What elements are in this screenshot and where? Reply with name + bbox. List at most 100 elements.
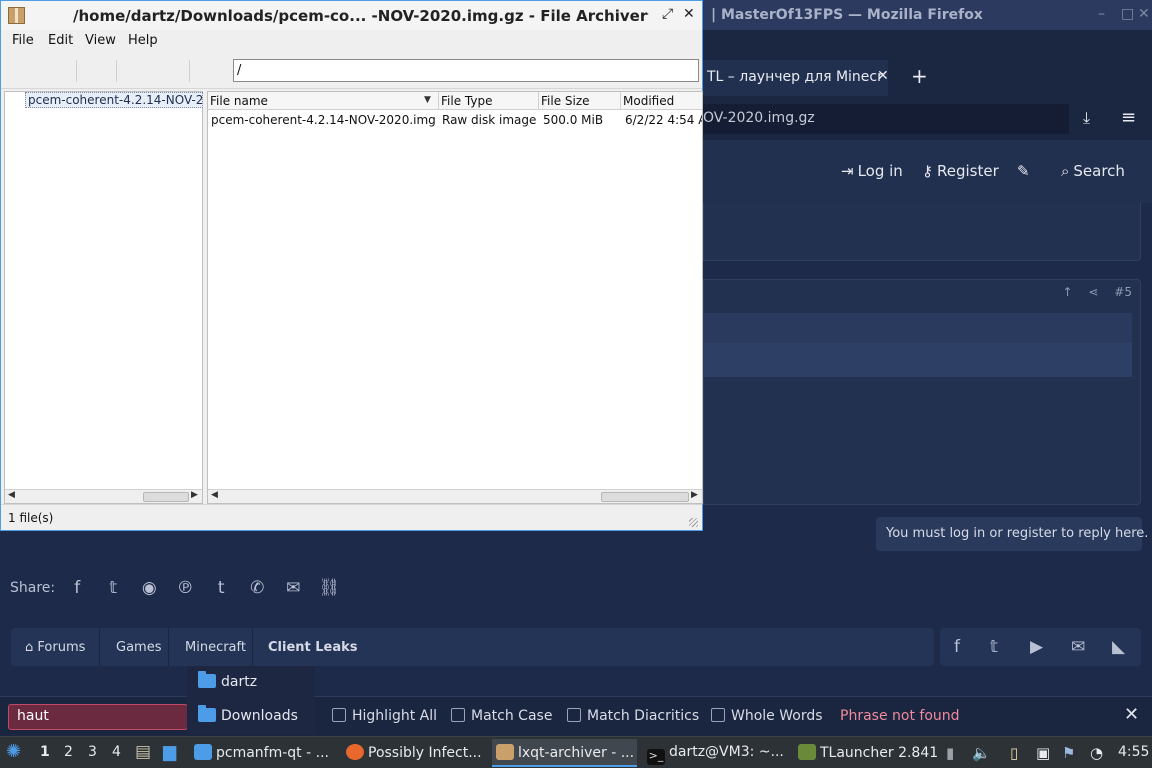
whatsapp-icon[interactable]: ✆ [239, 578, 275, 598]
arrow-up-icon[interactable]: ↑ [1063, 285, 1073, 299]
column-file-name[interactable]: File name [208, 92, 439, 110]
share-label: Share: [10, 580, 56, 596]
facebook-icon[interactable]: f [59, 578, 95, 598]
resize-grip[interactable] [689, 518, 698, 527]
tab-close-icon[interactable]: ✕ [877, 68, 889, 84]
login-icon: ⇥ [841, 162, 854, 180]
archive-icon [496, 744, 514, 760]
desktop-4[interactable]: 4 [112, 744, 121, 760]
menu-edit[interactable]: Edit [48, 33, 73, 48]
desktop-2[interactable]: 2 [64, 744, 73, 760]
share-icon[interactable]: ⋖ [1088, 285, 1098, 299]
breadcrumb-minecraft[interactable]: Minecraft [185, 640, 246, 655]
dropdown-item-dartz[interactable]: dartz [198, 671, 257, 690]
archiver-titlebar[interactable]: /home/dartz/Downloads/pcem-co... -NOV-20… [1, 1, 702, 30]
network-icon[interactable]: ▣ [1036, 744, 1050, 762]
youtube-icon[interactable]: ▶ [1030, 637, 1043, 657]
menu-file[interactable]: File [12, 33, 34, 48]
task-tlauncher[interactable]: TLauncher 2.841 [794, 739, 939, 767]
archive-tree: pcem-coherent-4.2.14-NOV-2020.img ◀ ▶ [4, 91, 203, 504]
desktop-3[interactable]: 3 [88, 744, 97, 760]
url-bar[interactable]: OV-2020.img.gz [703, 104, 1069, 134]
breadcrumb-client-leaks[interactable]: Client Leaks [268, 640, 358, 655]
column-file-size[interactable]: File Size [539, 92, 621, 110]
cell-file-name: pcem-coherent-4.2.14-NOV-2020.img [211, 113, 436, 127]
maximize-icon[interactable]: □ [1121, 6, 1134, 22]
key-icon: ⚷ [922, 162, 933, 180]
breadcrumb-forums[interactable]: ⌂ Forums [25, 640, 85, 655]
volume-icon[interactable]: 🔈 [972, 744, 991, 762]
tree-item[interactable]: pcem-coherent-4.2.14-NOV-2020.img [25, 92, 203, 108]
twitter-icon[interactable]: 𝕥 [990, 637, 998, 657]
firefox-titlebar[interactable]: | MasterOf13FPS — Mozilla Firefox – □ ✕ [703, 0, 1152, 30]
close-icon[interactable]: ✕ [1138, 6, 1150, 22]
location-input[interactable]: / [233, 59, 699, 82]
close-icon[interactable]: ✕ [1124, 704, 1139, 725]
dropdown-item-downloads[interactable]: Downloads [198, 705, 298, 724]
start-menu-icon[interactable]: ✺ [6, 741, 21, 762]
folder-icon [198, 705, 216, 722]
desktop-1[interactable]: 1 [40, 744, 50, 760]
download-icon[interactable]: ⤓ [1083, 108, 1090, 128]
terminal-icon: >_ [647, 749, 665, 765]
facebook-icon[interactable]: f [954, 637, 960, 657]
taskbar: ✺ 1 2 3 4 ▤ ▆ pcmanfm-qt - ... Possibly … [0, 736, 1152, 768]
find-input[interactable]: haut [8, 704, 188, 730]
match-diacritics-checkbox[interactable]: Match Diacritics [567, 708, 699, 724]
link-icon[interactable]: ⛓ [311, 578, 347, 598]
column-modified[interactable]: Modified [621, 92, 702, 110]
login-link[interactable]: ⇥ Log in [841, 162, 903, 180]
email-icon[interactable]: ✉ [1071, 637, 1085, 657]
close-icon[interactable]: ✕ [683, 6, 695, 22]
file-manager-icon[interactable]: ▤ [135, 742, 151, 762]
task-firefox[interactable]: Possibly Infect... [342, 739, 487, 767]
breadcrumb-games[interactable]: Games [116, 640, 161, 655]
url-text: OV-2020.img.gz [703, 110, 815, 126]
menu-view[interactable]: View [85, 33, 116, 48]
tree-hscrollbar[interactable]: ◀ ▶ [5, 489, 202, 503]
archiver-menubar: File Edit View Help [1, 30, 702, 52]
twitter-icon[interactable]: 𝕥 [95, 578, 131, 598]
match-case-checkbox[interactable]: Match Case [451, 708, 552, 724]
pencil-icon[interactable]: ✎ [1017, 162, 1030, 180]
search-icon: ⌕ [1061, 162, 1070, 180]
file-archiver-window: /home/dartz/Downloads/pcem-co... -NOV-20… [0, 0, 703, 531]
update-icon[interactable]: ⚑ [1062, 744, 1075, 762]
new-tab-icon[interactable]: + [911, 64, 928, 88]
minimize-icon[interactable]: – [642, 6, 649, 22]
pinterest-icon[interactable]: ℗ [167, 578, 203, 598]
notes-icon[interactable]: ▯ [1010, 744, 1018, 762]
list-hscrollbar[interactable]: ◀ ▶ [208, 489, 702, 503]
clipboard-icon[interactable]: ▮ [946, 744, 954, 762]
rss-icon[interactable]: ◣ [1112, 637, 1125, 657]
task-lxqt-archiver[interactable]: lxqt-archiver - ... [492, 739, 637, 767]
file-list: File name ▼ File Type File Size Modified… [207, 91, 703, 504]
clock[interactable]: 4:55 [1118, 744, 1149, 760]
tumblr-icon[interactable]: t [203, 578, 239, 598]
whole-words-checkbox[interactable]: Whole Words [711, 708, 823, 724]
show-desktop-icon[interactable]: ▆ [163, 742, 176, 762]
firefox-window-title: | MasterOf13FPS — Mozilla Firefox [711, 7, 983, 23]
post-panel: ↑ ⋖ #5 [703, 279, 1141, 505]
register-link[interactable]: ⚷ Register [922, 162, 999, 180]
site-header: ⇥ Log in ⚷ Register ✎ ⌕ Search [703, 140, 1152, 203]
maximize-icon[interactable]: ⤢ [662, 6, 673, 22]
task-pcmanfm[interactable]: pcmanfm-qt - ... [190, 739, 335, 767]
reddit-icon[interactable]: ◉ [131, 578, 167, 598]
status-file-count: 1 file(s) [8, 511, 54, 525]
email-icon[interactable]: ✉ [275, 578, 311, 598]
hamburger-menu-icon[interactable]: ≡ [1121, 107, 1136, 128]
column-file-type[interactable]: File Type [439, 92, 539, 110]
cell-file-size: 500.0 MiB [543, 113, 604, 127]
minimize-icon[interactable]: – [1098, 6, 1105, 22]
task-terminal[interactable]: >_ dartz@VM3: ~... [643, 739, 788, 767]
power-icon[interactable]: ◔ [1090, 744, 1103, 762]
search-link[interactable]: ⌕ Search [1061, 162, 1125, 180]
find-bar: haut Highlight All Match Case Match Diac… [0, 696, 1152, 736]
archiver-window-title: /home/dartz/Downloads/pcem-co... -NOV-20… [73, 7, 648, 25]
firefox-tab[interactable]: TL – лаунчер для Minecr [703, 60, 888, 96]
breadcrumb: ⌂ Forums Games Minecraft Client Leaks [11, 628, 934, 666]
menu-help[interactable]: Help [128, 33, 158, 48]
highlight-all-checkbox[interactable]: Highlight All [332, 708, 437, 724]
post-number[interactable]: #5 [1114, 285, 1132, 299]
